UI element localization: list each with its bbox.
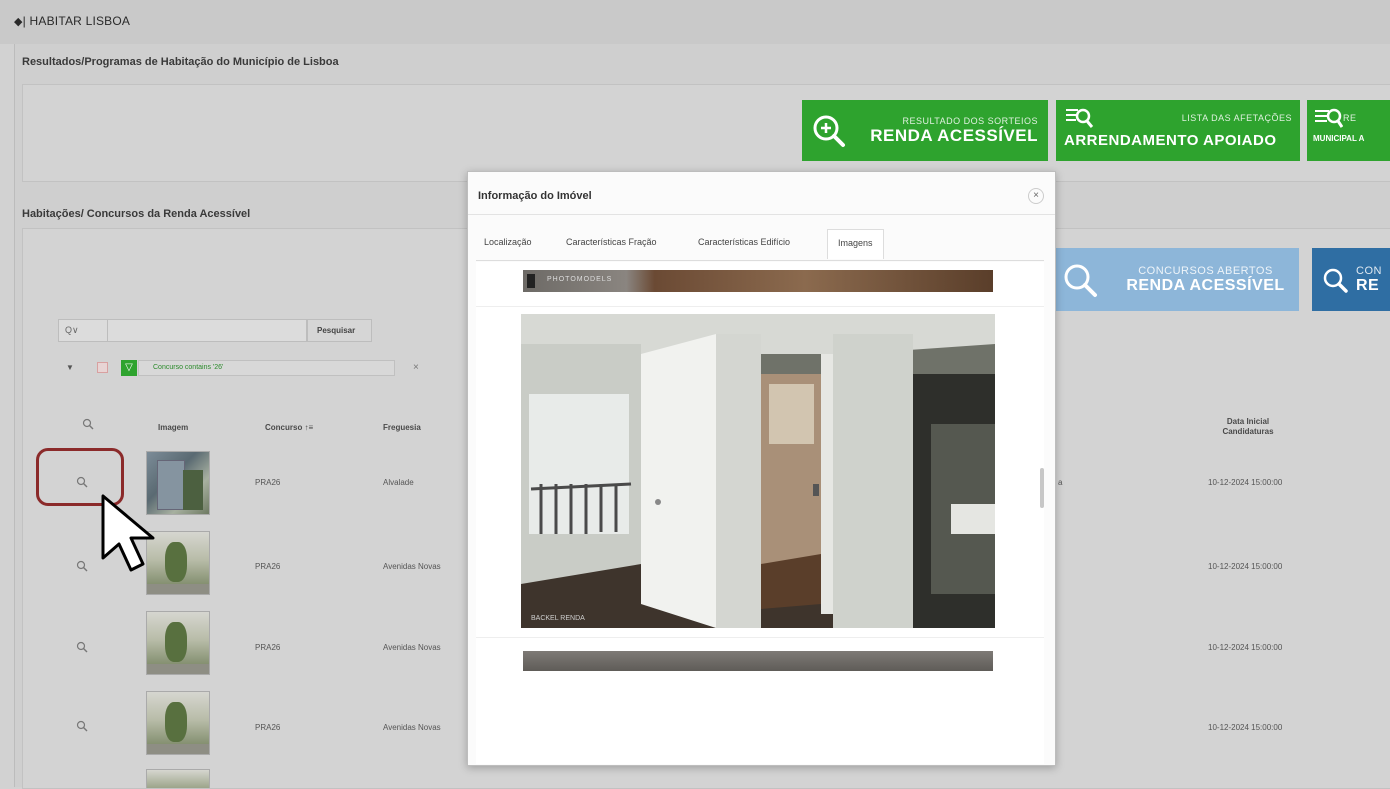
row-view-icon[interactable] bbox=[76, 641, 88, 653]
property-info-modal: Informação do Imóvel × Localização Carac… bbox=[467, 171, 1056, 766]
zoom-in-icon bbox=[813, 115, 845, 147]
image-divider bbox=[476, 306, 1044, 307]
row-freguesia: Avenidas Novas bbox=[383, 723, 441, 732]
app-title: | HABITAR LISBOA bbox=[22, 14, 131, 28]
search-input[interactable] bbox=[107, 319, 307, 342]
property-image-1[interactable]: PHOTOMODELS bbox=[523, 270, 993, 292]
funnel-icon[interactable]: ▽ bbox=[121, 360, 137, 376]
button-small-label: CONCURSOS ABERTOS bbox=[1138, 264, 1273, 277]
row-freguesia: Avenidas Novas bbox=[383, 562, 441, 571]
button-small-label: LISTA DAS AFETAÇÕES bbox=[1181, 113, 1292, 123]
mouse-cursor-icon bbox=[101, 494, 155, 572]
row-concurso: PRA26 bbox=[255, 643, 281, 652]
list-search-icon bbox=[1315, 108, 1343, 128]
button-big-label: MUNICIPAL A bbox=[1313, 134, 1365, 143]
search-icon bbox=[1064, 264, 1097, 297]
button-big-label: RENDA ACESSÍVEL bbox=[870, 125, 1038, 145]
row-freguesia: Alvalade bbox=[383, 478, 414, 487]
header-search-icon[interactable] bbox=[82, 418, 94, 430]
clear-filter-icon[interactable]: × bbox=[413, 362, 419, 373]
row-concurso: PRA26 bbox=[255, 562, 281, 571]
row-thumbnail[interactable] bbox=[146, 691, 210, 755]
expand-filter-icon[interactable]: ▼ bbox=[66, 363, 74, 372]
app-brand[interactable]: ◆| HABITAR LISBOA bbox=[14, 14, 130, 28]
pesquisar-button[interactable]: Pesquisar bbox=[307, 319, 372, 342]
modal-tabs: Localização Características Fração Carac… bbox=[476, 229, 1044, 261]
tab-localizacao[interactable]: Localização bbox=[484, 237, 532, 247]
lista-afetacoes-button[interactable]: LISTA DAS AFETAÇÕES ARRENDAMENTO APOIADO bbox=[1056, 100, 1300, 161]
row-thumbnail[interactable] bbox=[146, 769, 210, 788]
button-big-label: ARRENDAMENTO APOIADO bbox=[1064, 132, 1277, 149]
filter-checkbox[interactable] bbox=[97, 362, 108, 373]
resultado-sorteios-button[interactable]: RESULTADO DOS SORTEIOS RENDA ACESSÍVEL bbox=[802, 100, 1048, 161]
tab-caracteristicas-fracao[interactable]: Características Fração bbox=[566, 237, 657, 247]
top-bar: ◆| HABITAR LISBOA bbox=[0, 0, 1390, 44]
row-freguesia: Avenidas Novas bbox=[383, 643, 441, 652]
row-view-icon[interactable] bbox=[76, 720, 88, 732]
tab-imagens[interactable]: Imagens bbox=[827, 229, 884, 259]
row-data: 10-12-2024 15:00:00 bbox=[1208, 723, 1283, 732]
button-small-label: RESULTADO DOS SORTEIOS bbox=[902, 115, 1038, 126]
row-data: 10-12-2024 15:00:00 bbox=[1208, 478, 1283, 487]
col-header-data-inicial[interactable]: Data Inicial Candidaturas bbox=[1218, 417, 1278, 437]
section-habitacoes-title: Habitações/ Concursos da Renda Acessível bbox=[22, 208, 251, 220]
filter-chip[interactable]: Concurso contains '26' bbox=[138, 360, 395, 376]
tab-caracteristicas-edificio[interactable]: Características Edifício bbox=[698, 237, 790, 247]
property-image-2[interactable]: BACKEL RENDA bbox=[521, 314, 995, 628]
section-results-title: Resultados/Programas de Habitação do Mun… bbox=[22, 56, 339, 68]
close-icon[interactable]: × bbox=[1028, 188, 1044, 204]
search-options-button[interactable]: Q∨ bbox=[58, 319, 108, 342]
property-image-3[interactable] bbox=[523, 651, 993, 671]
button-big-label: RENDA ACESSÍVEL bbox=[1126, 276, 1285, 294]
col-header-concurso[interactable]: Concurso ↑≡ bbox=[265, 423, 313, 432]
row-data: 10-12-2024 15:00:00 bbox=[1208, 562, 1283, 571]
concursos-button[interactable]: CON RE bbox=[1312, 248, 1390, 311]
concursos-abertos-button[interactable]: CONCURSOS ABERTOS RENDA ACESSÍVEL bbox=[1052, 248, 1299, 311]
image-watermark: PHOTOMODELS bbox=[547, 276, 613, 283]
row-thumbnail[interactable] bbox=[146, 611, 210, 675]
search-icon bbox=[1323, 268, 1348, 293]
button-small-label: RE bbox=[1343, 113, 1357, 123]
row-concurso: PRA26 bbox=[255, 723, 281, 732]
modal-title: Informação do Imóvel bbox=[478, 190, 592, 202]
image-divider bbox=[476, 637, 1044, 638]
col-header-imagem[interactable]: Imagem bbox=[158, 423, 188, 432]
row-concurso: PRA26 bbox=[255, 478, 281, 487]
row-view-icon[interactable] bbox=[76, 560, 88, 572]
image-watermark: BACKEL RENDA bbox=[531, 615, 585, 622]
home-diamond-icon: ◆ bbox=[14, 16, 23, 28]
modal-divider bbox=[468, 214, 1055, 215]
scrollbar-thumb[interactable] bbox=[1040, 468, 1044, 508]
images-scroll-area[interactable]: PHOTOMODELS BACKEL RENDA bbox=[476, 262, 1044, 764]
col-header-freguesia[interactable]: Freguesia bbox=[383, 423, 421, 432]
button-big-label: RE bbox=[1356, 276, 1380, 294]
row-data: 10-12-2024 15:00:00 bbox=[1208, 643, 1283, 652]
row-extra: a bbox=[1058, 478, 1063, 487]
list-search-icon bbox=[1066, 108, 1094, 128]
button-small-label: CON bbox=[1356, 264, 1382, 277]
municipal-button[interactable]: RE MUNICIPAL A bbox=[1307, 100, 1390, 161]
